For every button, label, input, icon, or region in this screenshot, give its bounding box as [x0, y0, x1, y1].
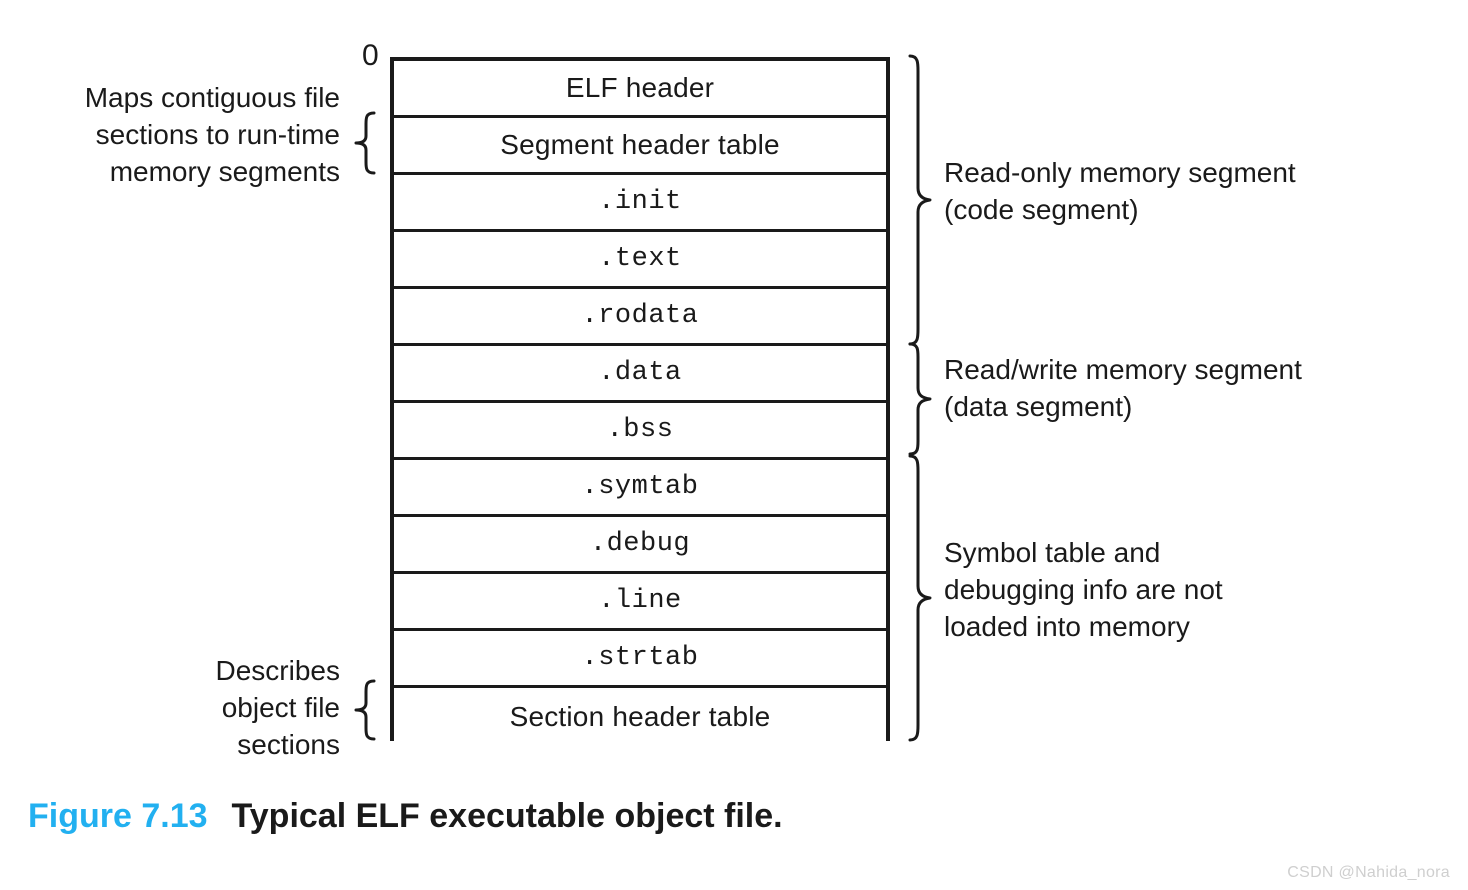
left-brace-describes-object-file	[354, 679, 376, 741]
section-label-symtab: .symtab	[581, 471, 699, 502]
figure-number: Figure 7.13	[28, 797, 208, 835]
stack-row: Segment header table	[394, 118, 886, 175]
annotation-describes-object-file-sections: Describes object file sections	[70, 653, 340, 764]
section-label-rodata: .rodata	[581, 300, 699, 331]
right-brace-symbol-table-debug	[908, 454, 932, 742]
stack-row: .rodata	[394, 289, 886, 346]
section-label-text: .text	[598, 243, 682, 274]
watermark-text: CSDN @Nahida_nora	[1287, 864, 1450, 881]
annotation-line: debugging info are not	[944, 573, 1223, 605]
section-label-init: .init	[598, 186, 682, 217]
stack-row: .bss	[394, 403, 886, 460]
annotation-line: (code segment)	[944, 193, 1139, 225]
annotation-line: memory segments	[109, 155, 340, 187]
stack-row: .text	[394, 232, 886, 289]
annotation-maps-contiguous: Maps contiguous file sections to run-tim…	[10, 80, 340, 191]
section-label-debug: .debug	[589, 528, 691, 559]
annotation-read-write-memory-segment: Read/write memory segment (data segment)	[944, 352, 1414, 426]
annotation-line: Describes	[215, 655, 340, 686]
stack-row: ELF header	[394, 61, 886, 118]
annotation-symbol-table-debug-info: Symbol table and debugging info are not …	[944, 535, 1344, 646]
annotation-line: Maps contiguous file	[84, 82, 340, 113]
stack-row: .debug	[394, 517, 886, 574]
origin-offset-label: 0	[362, 39, 379, 72]
section-label-section-header-table: Section header table	[509, 700, 771, 732]
annotation-line: loaded into memory	[944, 610, 1190, 642]
annotation-line: sections	[237, 728, 340, 760]
stack-row: .init	[394, 175, 886, 232]
figure-caption: Figure 7.13 Typical ELF executable object…	[28, 797, 783, 835]
section-label-line: .line	[598, 585, 682, 616]
stack-row: .strtab	[394, 631, 886, 688]
stack-row: .symtab	[394, 460, 886, 517]
annotation-line: (data segment)	[944, 390, 1133, 422]
figure-title: Typical ELF executable object file.	[231, 797, 783, 835]
annotation-line: object file	[221, 691, 340, 723]
annotation-read-only-memory-segment: Read-only memory segment (code segment)	[944, 155, 1414, 229]
stack-row: .line	[394, 574, 886, 631]
left-brace-maps-contiguous	[354, 111, 376, 175]
stack-row: .data	[394, 346, 886, 403]
elf-object-file-stack: ELF header Segment header table .init .t…	[390, 57, 890, 745]
annotation-line: Read/write memory segment	[944, 354, 1302, 385]
section-label-elf-header: ELF header	[565, 72, 715, 103]
right-brace-read-only-segment	[908, 54, 932, 346]
right-brace-read-write-segment	[908, 342, 932, 456]
annotation-line: Symbol table and	[944, 537, 1161, 568]
section-label-segment-header-table: Segment header table	[500, 129, 780, 160]
section-label-bss: .bss	[606, 414, 674, 445]
section-label-data: .data	[598, 357, 682, 388]
annotation-line: sections to run-time	[95, 118, 340, 150]
section-label-strtab: .strtab	[581, 642, 699, 673]
annotation-line: Read-only memory segment	[944, 157, 1296, 188]
stack-row: Section header table	[394, 688, 886, 745]
